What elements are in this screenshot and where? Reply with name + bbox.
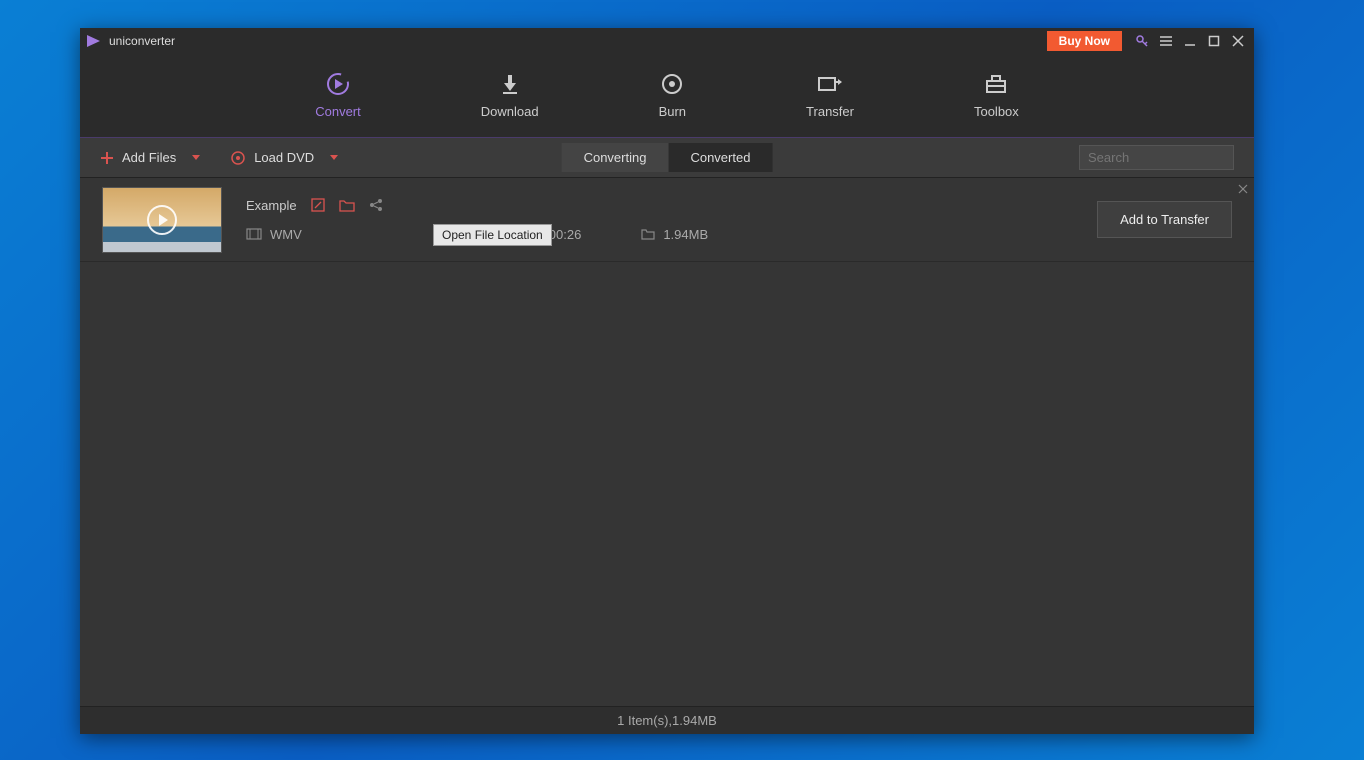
app-window: uniconverter Buy Now Convert (80, 28, 1254, 734)
add-files-button[interactable]: Add Files (100, 150, 200, 165)
load-dvd-button[interactable]: Load DVD (230, 150, 338, 166)
size-meta: 1.94MB (641, 227, 708, 242)
tab-converted[interactable]: Converted (668, 143, 772, 172)
buy-now-button[interactable]: Buy Now (1047, 31, 1122, 51)
add-files-label: Add Files (122, 150, 176, 165)
format-meta: WMV (246, 227, 302, 242)
size-text: 1.94MB (663, 227, 708, 242)
nav-burn-label: Burn (659, 104, 686, 119)
row-close-icon[interactable] (1238, 184, 1248, 194)
nav-burn[interactable]: Burn (639, 62, 706, 129)
nav-toolbox-label: Toolbox (974, 104, 1019, 119)
status-tabs: Converting Converted (562, 143, 773, 172)
minimize-button[interactable] (1180, 31, 1200, 51)
caret-down-icon (192, 155, 200, 160)
nav-toolbox[interactable]: Toolbox (954, 62, 1039, 129)
transfer-icon (817, 72, 843, 96)
status-text: 1 Item(s),1.94MB (617, 713, 717, 728)
caret-down-icon (330, 155, 338, 160)
load-dvd-label: Load DVD (254, 150, 314, 165)
burn-icon (660, 72, 684, 96)
nav-transfer[interactable]: Transfer (786, 62, 874, 129)
tab-converting[interactable]: Converting (562, 143, 669, 172)
convert-icon (325, 72, 351, 96)
nav-convert[interactable]: Convert (295, 62, 381, 129)
edit-icon[interactable] (311, 198, 325, 212)
video-thumbnail[interactable] (102, 187, 222, 253)
menu-icon[interactable] (1156, 31, 1176, 51)
main-nav: Convert Download Burn Transfer Toolbox (80, 54, 1254, 138)
status-bar: 1 Item(s),1.94MB (80, 706, 1254, 734)
nav-download[interactable]: Download (461, 62, 559, 129)
nav-transfer-label: Transfer (806, 104, 854, 119)
disc-icon (230, 150, 246, 166)
file-name: Example (246, 198, 297, 213)
add-to-transfer-button[interactable]: Add to Transfer (1097, 201, 1232, 238)
titlebar: uniconverter Buy Now (80, 28, 1254, 54)
share-icon[interactable] (369, 198, 383, 212)
thumb-info-bar (103, 242, 221, 252)
key-icon[interactable] (1132, 31, 1152, 51)
toolbox-icon (984, 72, 1008, 96)
nav-download-label: Download (481, 104, 539, 119)
download-icon (499, 72, 521, 96)
toolbar: Add Files Load DVD Converting Converted (80, 138, 1254, 178)
film-icon (246, 228, 262, 240)
maximize-button[interactable] (1204, 31, 1224, 51)
nav-convert-label: Convert (315, 104, 361, 119)
play-overlay-icon (147, 205, 177, 235)
plus-icon (100, 151, 114, 165)
app-title: uniconverter (109, 34, 175, 48)
search-input[interactable] (1079, 145, 1234, 170)
close-button[interactable] (1228, 31, 1248, 51)
format-text: WMV (270, 227, 302, 242)
folder-size-icon (641, 228, 655, 240)
tooltip-open-file-location: Open File Location (433, 224, 552, 246)
folder-icon[interactable] (339, 199, 355, 212)
duration-text: 00:26 (549, 227, 582, 242)
content-area: Example WMV (80, 178, 1254, 706)
app-logo-icon (86, 34, 102, 48)
file-row: Example WMV (80, 178, 1254, 262)
